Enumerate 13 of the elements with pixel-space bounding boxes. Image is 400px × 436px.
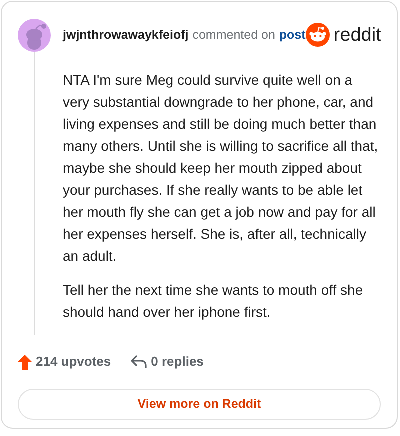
comment-paragraph: Tell her the next time she wants to mouth off she should hand over her iphone first. xyxy=(63,281,364,322)
action-text: commented on xyxy=(192,26,276,44)
upvote-count: 214 upvotes xyxy=(36,353,112,372)
username[interactable]: jwjnthrowawaykfeiofj xyxy=(63,26,189,44)
reply-arrow-icon[interactable] xyxy=(131,355,148,369)
upvote-arrow-icon[interactable] xyxy=(18,354,32,370)
comment-paragraph: NTA I'm sure Meg could survive quite well on a very substantial downgrade to her phone, car, and living expenses and still be doing much better than many others. Until she is willing to sacrifice all that, maybe she should keep her mouth zipped about your purchases. If she really wants to be able let her mouth fly she can get a job now and pay for all her expenses herself. She is, after all, technically an adult. xyxy=(63,71,380,266)
post-link[interactable]: post xyxy=(279,26,306,44)
avatar-icon xyxy=(18,18,51,52)
view-more-button[interactable]: View more on Reddit xyxy=(18,389,381,420)
reply-count: 0 replies xyxy=(151,353,204,372)
reddit-wordmark: reddit xyxy=(334,26,382,44)
reddit-logo-icon xyxy=(306,23,330,47)
